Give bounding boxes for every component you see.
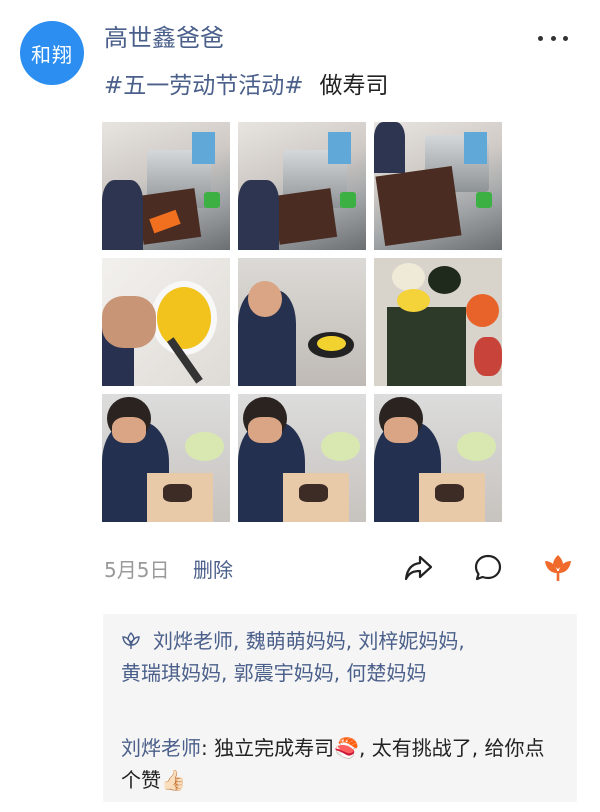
post-text: #五一劳动节活动# 做寿司 [104, 70, 389, 102]
photo-7[interactable] [102, 394, 230, 522]
share-icon[interactable] [400, 550, 436, 586]
avatar[interactable]: 和翔 [20, 21, 84, 85]
comment-panel: 刘烨老师, 魏萌萌妈妈, 刘梓妮妈妈, 黄瑞琪妈妈, 郭震宇妈妈, 何楚妈妈 刘… [103, 614, 577, 802]
comment-icon[interactable] [470, 550, 506, 586]
photo-4[interactable] [102, 258, 230, 386]
photo-5[interactable] [238, 258, 366, 386]
hashtag-link[interactable]: #五一劳动节活动# [104, 73, 304, 99]
more-icon[interactable] [538, 24, 568, 52]
photo-grid [102, 122, 502, 522]
likes-line-2[interactable]: 黄瑞琪妈妈, 郭震宇妈妈, 何楚妈妈 [121, 661, 426, 685]
avatar-text: 和翔 [31, 42, 73, 67]
photo-9[interactable] [374, 394, 502, 522]
photo-3[interactable] [374, 122, 502, 250]
photo-1[interactable] [102, 122, 230, 250]
comment-text-1: 独立完成寿司 [214, 736, 335, 760]
photo-2[interactable] [238, 122, 366, 250]
comment-separator: : [201, 736, 215, 760]
photo-8[interactable] [238, 394, 366, 522]
delete-button[interactable]: 删除 [193, 554, 233, 583]
photo-6[interactable] [374, 258, 502, 386]
post-body: 做寿司 [319, 73, 389, 99]
post-actions: 5月5日 删除 [0, 548, 600, 588]
comment-item[interactable]: 刘烨老师: 独立完成寿司🍣, 太有挑战了, 给你点个赞👍🏻 [121, 732, 551, 796]
like-outline-icon [121, 628, 143, 658]
likes-line-1[interactable]: 刘烨老师, 魏萌萌妈妈, 刘梓妮妈妈, [153, 629, 465, 653]
comment-author[interactable]: 刘烨老师 [121, 736, 201, 760]
post-date: 5月5日 [104, 558, 170, 582]
likes-list: 刘烨老师, 魏萌萌妈妈, 刘梓妮妈妈, 黄瑞琪妈妈, 郭震宇妈妈, 何楚妈妈 [121, 626, 561, 688]
sushi-emoji-icon: 🍣 [334, 736, 360, 760]
thumbs-up-emoji-icon: 👍🏻 [161, 768, 186, 792]
author-name[interactable]: 高世鑫爸爸 [104, 22, 224, 54]
like-flower-icon[interactable] [540, 550, 576, 586]
